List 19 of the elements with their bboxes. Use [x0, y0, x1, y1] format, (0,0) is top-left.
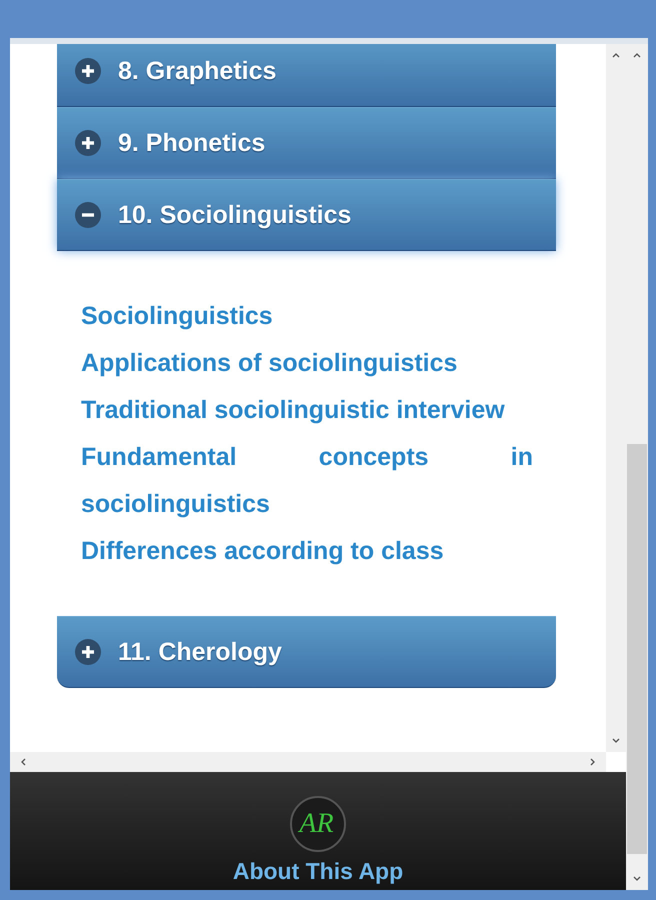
scrollbar[interactable] — [626, 44, 648, 890]
scrollbar-thumb[interactable] — [627, 444, 647, 854]
about-link[interactable]: About This App — [232, 858, 404, 885]
plus-icon — [75, 639, 101, 665]
topic-link[interactable]: Applications of sociolinguistics — [81, 340, 533, 387]
plus-icon — [75, 130, 101, 156]
topic-link[interactable]: Fundamental concepts in sociolinguistics — [81, 434, 533, 528]
accordion-header[interactable]: 8. Graphetics — [57, 44, 556, 107]
plus-icon — [75, 58, 101, 84]
topic-link[interactable]: Differences according to class — [81, 528, 533, 575]
accordion-header[interactable]: 10. Sociolinguistics — [57, 179, 556, 251]
topic-link[interactable]: Sociolinguistics — [81, 293, 533, 340]
scrollbar[interactable] — [606, 44, 626, 752]
topic-link[interactable]: Traditional sociolinguistic interview — [81, 387, 533, 434]
app-logo[interactable]: AR — [290, 796, 346, 852]
scrollbar[interactable] — [10, 752, 606, 772]
accordion-header[interactable]: 9. Phonetics — [57, 107, 556, 179]
minus-icon — [75, 202, 101, 228]
accordion-header[interactable]: 11. Cherology — [57, 616, 556, 688]
